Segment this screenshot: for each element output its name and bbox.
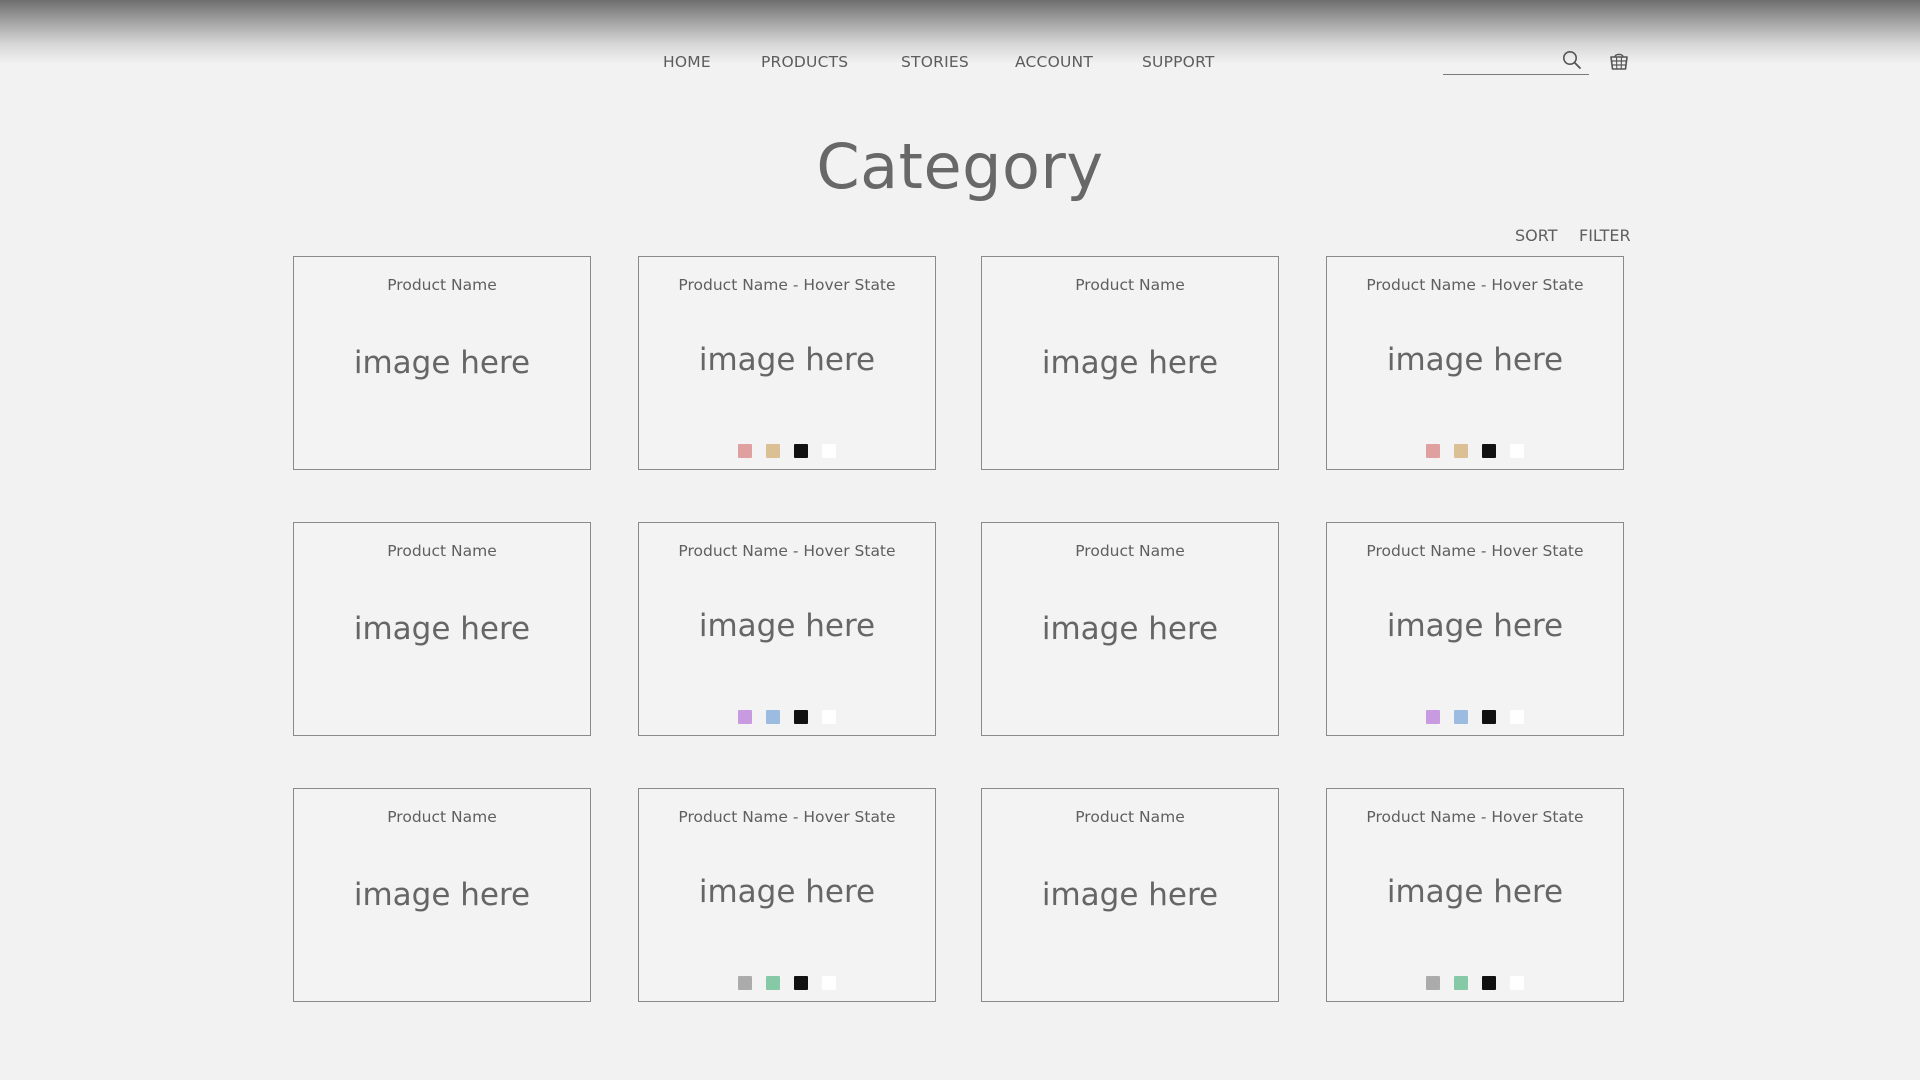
color-swatch[interactable] <box>766 444 780 458</box>
product-name: Product Name - Hover State <box>1366 808 1584 826</box>
color-swatch[interactable] <box>1454 710 1468 724</box>
product-image-placeholder: image here <box>698 874 876 910</box>
color-swatch[interactable] <box>738 976 752 990</box>
product-image-placeholder: image here <box>1386 608 1564 644</box>
product-image-placeholder: image here <box>1386 874 1564 910</box>
product-card[interactable]: Product Name - Hover State image here <box>1326 522 1624 736</box>
color-swatch[interactable] <box>1482 444 1496 458</box>
color-swatch[interactable] <box>1482 710 1496 724</box>
product-card[interactable]: Product Name - Hover State image here <box>1326 256 1624 470</box>
sort-button[interactable]: SORT <box>1515 226 1557 245</box>
color-swatches <box>639 976 935 990</box>
color-swatches <box>1327 976 1623 990</box>
product-name: Product Name - Hover State <box>1366 542 1584 560</box>
color-swatch[interactable] <box>1454 976 1468 990</box>
product-card[interactable]: Product Name image here <box>293 788 591 1002</box>
product-name: Product Name - Hover State <box>1366 276 1584 294</box>
product-image-placeholder: image here <box>1041 611 1219 647</box>
product-card[interactable]: Product Name - Hover State image here <box>1326 788 1624 1002</box>
page-title: Category <box>816 130 1104 203</box>
product-name: Product Name - Hover State <box>678 808 896 826</box>
product-card[interactable]: Product Name - Hover State image here <box>638 256 936 470</box>
color-swatch[interactable] <box>1510 444 1524 458</box>
nav-stories[interactable]: STORIES <box>901 53 969 71</box>
color-swatch[interactable] <box>794 710 808 724</box>
nav-account[interactable]: ACCOUNT <box>1015 53 1093 71</box>
color-swatch[interactable] <box>822 710 836 724</box>
product-card[interactable]: Product Name - Hover State image here <box>638 788 936 1002</box>
main-nav: HOME PRODUCTS STORIES ACCOUNT SUPPORT <box>0 53 1920 73</box>
color-swatch[interactable] <box>1426 710 1440 724</box>
product-image-placeholder: image here <box>1041 345 1219 381</box>
product-name: Product Name <box>387 276 497 294</box>
color-swatch[interactable] <box>766 710 780 724</box>
product-card[interactable]: Product Name image here <box>981 788 1279 1002</box>
product-name: Product Name <box>1075 542 1185 560</box>
product-image-placeholder: image here <box>698 608 876 644</box>
color-swatch[interactable] <box>1510 710 1524 724</box>
search-box <box>1443 46 1589 75</box>
product-card[interactable]: Product Name image here <box>981 256 1279 470</box>
color-swatches <box>639 444 935 458</box>
color-swatch[interactable] <box>766 976 780 990</box>
product-card[interactable]: Product Name image here <box>293 522 591 736</box>
search-input[interactable] <box>1443 48 1563 70</box>
product-image-placeholder: image here <box>1386 342 1564 378</box>
product-name: Product Name - Hover State <box>678 276 896 294</box>
color-swatch[interactable] <box>1426 976 1440 990</box>
color-swatch[interactable] <box>738 444 752 458</box>
product-name: Product Name - Hover State <box>678 542 896 560</box>
nav-products[interactable]: PRODUCTS <box>761 53 848 71</box>
color-swatches <box>1327 444 1623 458</box>
color-swatch[interactable] <box>794 976 808 990</box>
color-swatch[interactable] <box>1454 444 1468 458</box>
color-swatch[interactable] <box>1482 976 1496 990</box>
product-image-placeholder: image here <box>353 877 531 913</box>
site-header: HOME PRODUCTS STORIES ACCOUNT SUPPORT <box>0 0 1920 100</box>
color-swatches <box>639 710 935 724</box>
product-image-placeholder: image here <box>1041 877 1219 913</box>
color-swatch[interactable] <box>1426 444 1440 458</box>
product-image-placeholder: image here <box>698 342 876 378</box>
nav-home[interactable]: HOME <box>663 53 711 71</box>
product-card[interactable]: Product Name image here <box>981 522 1279 736</box>
color-swatch[interactable] <box>1510 976 1524 990</box>
product-name: Product Name <box>387 808 497 826</box>
cart-icon[interactable] <box>1607 50 1631 74</box>
filter-button[interactable]: FILTER <box>1579 226 1631 245</box>
nav-support[interactable]: SUPPORT <box>1142 53 1215 71</box>
color-swatch[interactable] <box>822 444 836 458</box>
product-name: Product Name <box>1075 808 1185 826</box>
search-icon[interactable] <box>1561 49 1583 71</box>
product-name: Product Name <box>1075 276 1185 294</box>
color-swatch[interactable] <box>822 976 836 990</box>
color-swatches <box>1327 710 1623 724</box>
product-name: Product Name <box>387 542 497 560</box>
product-card[interactable]: Product Name - Hover State image here <box>638 522 936 736</box>
color-swatch[interactable] <box>738 710 752 724</box>
product-card[interactable]: Product Name image here <box>293 256 591 470</box>
product-image-placeholder: image here <box>353 611 531 647</box>
color-swatch[interactable] <box>794 444 808 458</box>
product-image-placeholder: image here <box>353 345 531 381</box>
